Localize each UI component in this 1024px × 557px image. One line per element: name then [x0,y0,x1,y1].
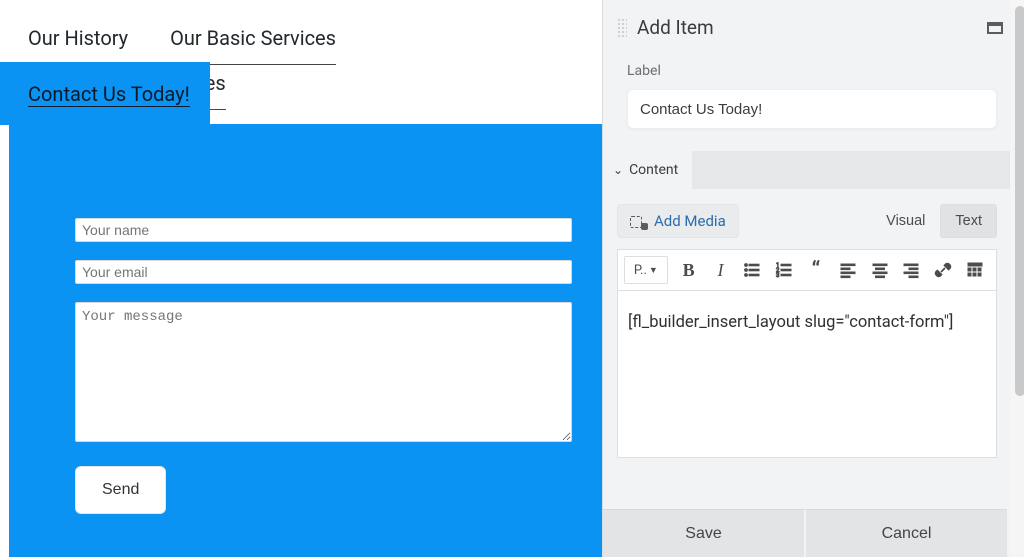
label-input[interactable] [627,89,997,129]
editor-wrap: Add Media Visual Text P..▼ B I 123 “ [603,189,1021,458]
editor-mode-tabs: Visual Text [871,204,997,238]
editor-toolbar: P..▼ B I 123 “ [617,249,997,290]
add-media-button[interactable]: Add Media [617,204,739,238]
visual-mode-tab[interactable]: Visual [871,204,940,238]
settings-panel: Add Item Label ⌄ Content Add Media Visua… [602,0,1021,557]
bold-button[interactable]: B [674,256,704,284]
numbered-list-button[interactable]: 123 [769,256,799,284]
content-section-row[interactable]: ⌄ Content [603,151,1021,189]
label-field-group: Label [603,57,1021,141]
svg-text:3: 3 [776,272,779,279]
content-section-label: Content [629,162,678,178]
tab-contact-us[interactable]: Contact Us Today! [28,82,190,107]
scrollbar-thumb[interactable] [1015,6,1024,396]
content-section-tab[interactable]: ⌄ Content [603,151,693,189]
editor-content-area[interactable]: [fl_builder_insert_layout slug="contact-… [617,290,997,458]
tab-content-panel: Send [9,124,602,557]
panel-footer: Save Cancel [603,509,1007,557]
tab-our-history[interactable]: Our History [28,20,128,65]
add-media-label: Add Media [654,212,726,230]
drag-handle-icon[interactable] [617,18,627,38]
link-button[interactable] [928,256,958,284]
send-button[interactable]: Send [75,466,166,514]
align-center-button[interactable] [865,256,895,284]
italic-button[interactable]: I [706,256,736,284]
media-icon [630,214,646,228]
toolbar-toggle-button[interactable] [960,256,990,284]
scrollbar-track[interactable] [1010,0,1024,557]
panel-header: Add Item [603,0,1021,57]
paragraph-dropdown[interactable]: P..▼ [624,256,668,284]
message-textarea[interactable] [75,302,572,442]
chevron-down-icon: ⌄ [613,163,623,177]
blockquote-button[interactable]: “ [801,256,831,284]
expand-window-icon[interactable] [987,22,1003,34]
name-input[interactable] [75,218,572,242]
media-row: Add Media Visual Text [617,201,997,241]
text-mode-tab[interactable]: Text [940,204,997,238]
save-button[interactable]: Save [603,509,804,557]
tab-basic-services[interactable]: Our Basic Services [170,20,336,65]
align-right-button[interactable] [897,256,927,284]
cancel-button[interactable]: Cancel [804,509,1007,557]
paragraph-dropdown-label: P.. [634,263,647,278]
email-input[interactable] [75,260,572,284]
bullet-list-button[interactable] [737,256,767,284]
label-field-label: Label [627,63,997,79]
contact-form: Send [75,218,572,514]
align-left-button[interactable] [833,256,863,284]
page-preview: Our History Our Basic Services Our Premi… [0,0,602,557]
panel-title: Add Item [637,16,987,39]
tab-active-wrap: Contact Us Today! [0,62,210,125]
